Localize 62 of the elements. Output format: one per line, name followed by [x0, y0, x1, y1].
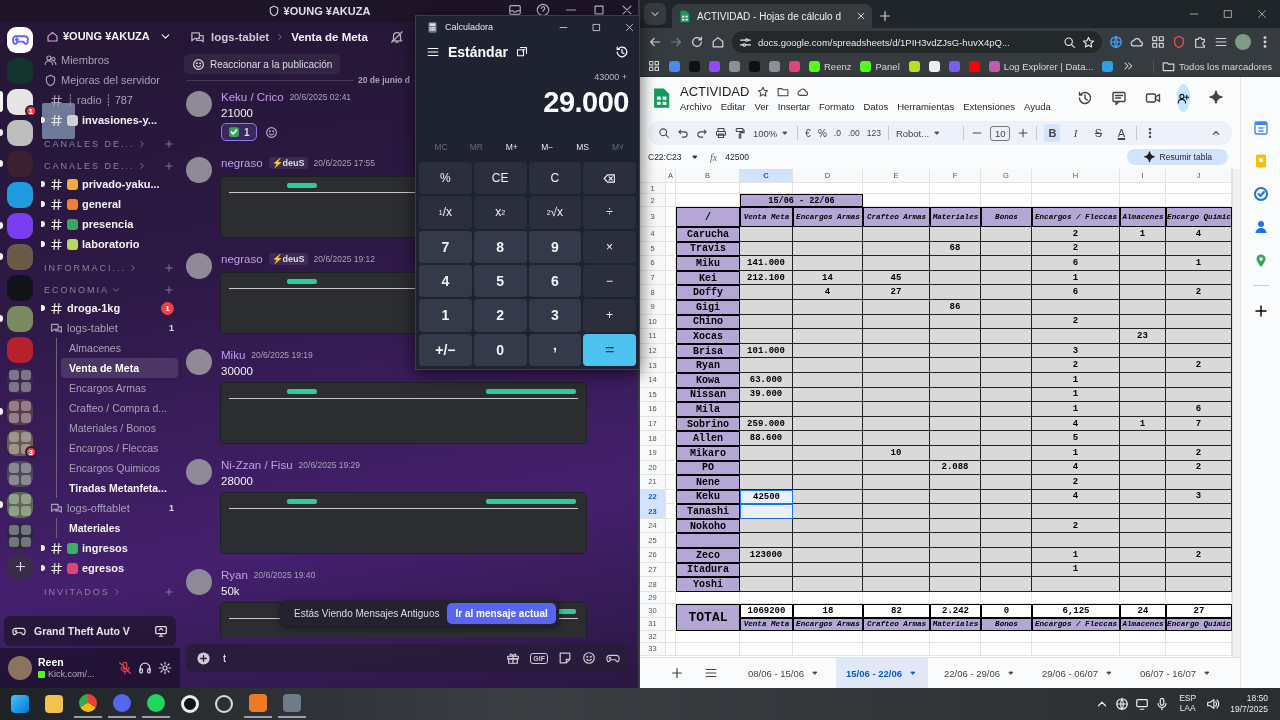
- message-text: 28000: [221, 475, 254, 487]
- date-divider: 20 de junio d: [358, 75, 410, 85]
- table-cell: Mila: [676, 402, 740, 417]
- banner-text: Estás Viendo Mensajes Antiguos: [294, 607, 440, 619]
- table-cell: 1: [1032, 402, 1120, 417]
- message-text: 50k: [221, 585, 241, 597]
- post-count: 1: [169, 503, 174, 513]
- timestamp: 20/6/2025 02:41: [289, 92, 352, 102]
- table-cell: 88.600: [740, 431, 793, 446]
- table-cell: 2: [1166, 285, 1232, 300]
- thread-title: Venta de Meta: [291, 31, 368, 43]
- table-cell: Allen: [676, 431, 740, 446]
- timestamp: 20/6/2025 19:12: [313, 254, 376, 264]
- table-cell: 27: [863, 285, 930, 300]
- table-cell: Xocas: [676, 329, 740, 344]
- username: Reen: [38, 656, 65, 669]
- table-cell: Carucha: [676, 227, 740, 242]
- display-value: 29.000: [542, 85, 630, 120]
- table-cell: 1: [1166, 256, 1232, 271]
- timestamp: 20/6/2025 19:40: [253, 570, 316, 580]
- table-cell: 2: [1166, 548, 1232, 563]
- table-cell: 1: [1120, 227, 1166, 242]
- table-cell: 123000: [740, 548, 793, 563]
- game-title: Grand Theft Auto V: [34, 625, 130, 637]
- table-cell: 4: [1166, 227, 1232, 242]
- timestamp: 20/6/2025 19:29: [298, 460, 361, 470]
- window-title: Calculadora: [445, 22, 495, 32]
- clan-tag: ⚡deuS: [268, 157, 308, 169]
- mention-badge: 1: [161, 301, 174, 315]
- table-cell: 2: [1032, 227, 1120, 242]
- table-cell: Doffy: [676, 285, 740, 300]
- table-cell: 2: [1032, 475, 1120, 490]
- period-header: 15/06 - 22/06: [740, 194, 863, 207]
- formula-label: fx: [710, 151, 718, 163]
- table-cell: 1: [1032, 548, 1120, 563]
- expression: 43000 +: [593, 71, 628, 84]
- table-cell: 4: [793, 285, 863, 300]
- table-cell: 23: [1120, 329, 1166, 344]
- table-cell: 141.000: [740, 256, 793, 271]
- total-label: TOTAL: [676, 603, 740, 631]
- table-cell: Ryan: [676, 358, 740, 373]
- post-count: 1: [169, 323, 174, 333]
- status-text: Kick.com/...: [48, 668, 95, 680]
- message-text: 30000: [221, 365, 254, 377]
- clan-tag: ⚡deuS: [268, 253, 308, 265]
- timestamp: 20/6/2025 19:19: [251, 350, 313, 360]
- table-cell: Nene: [676, 475, 740, 490]
- table-cell: 5: [1032, 431, 1120, 446]
- table-cell: 2: [1032, 358, 1120, 373]
- table-cell: 6: [1032, 285, 1120, 300]
- table-cell: Zeco: [676, 548, 740, 563]
- mode-title: Estándar: [448, 44, 508, 60]
- table-cell: 6: [1032, 256, 1120, 271]
- table-cell: 2: [1166, 358, 1232, 373]
- table-cell: /: [676, 207, 740, 227]
- table-cell: Miku: [676, 256, 740, 271]
- table-cell: Tanashi: [676, 504, 740, 519]
- message-text: 21000: [221, 107, 254, 119]
- table-cell: 6: [1166, 402, 1232, 417]
- window-title: ¥OUNG ¥AKUZA: [283, 5, 371, 17]
- timestamp: 20/6/2025 17:55: [313, 158, 376, 168]
- table-cell: Yoshi: [676, 577, 740, 592]
